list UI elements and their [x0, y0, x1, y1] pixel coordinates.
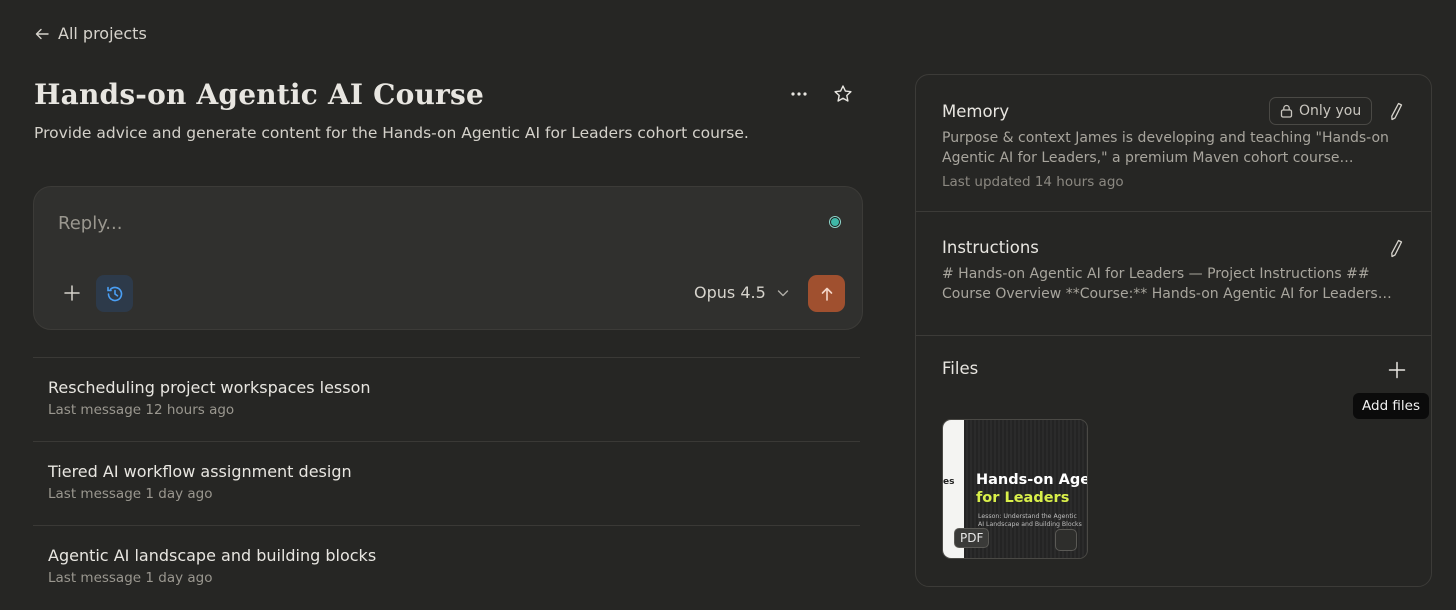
model-label: Opus 4.5 — [694, 283, 766, 302]
add-files-tooltip: Add files — [1353, 393, 1430, 419]
project-description: Provide advice and generate content for … — [34, 124, 749, 142]
edit-instructions-button[interactable] — [1386, 238, 1406, 260]
chat-last-message-time: Last message 1 day ago — [48, 486, 213, 502]
arrow-up-icon — [821, 287, 832, 301]
chevron-down-icon — [777, 289, 788, 296]
thumbnail-title: Hands-on Agen — [976, 472, 1088, 488]
chat-title: Tiered AI workflow assignment design — [48, 462, 352, 481]
chat-title: Agentic AI landscape and building blocks — [48, 546, 377, 565]
project-side-panel: Memory Only you Purpose & context James … — [915, 74, 1432, 587]
status-indicator-dot — [830, 217, 840, 227]
star-icon — [834, 85, 852, 102]
file-card-pdf[interactable]: es Hands-on Agen for Leaders Lesson: Und… — [942, 419, 1088, 559]
reply-composer[interactable]: Reply... Opus 4.5 — [33, 186, 863, 330]
project-actions — [786, 82, 856, 106]
memory-last-updated: Last updated 14 hours ago — [942, 174, 1124, 190]
add-attachment-button[interactable] — [58, 279, 86, 307]
more-horizontal-icon — [791, 92, 807, 96]
instructions-section: Instructions # Hands-on Agentic AI for L… — [916, 212, 1431, 336]
clock-history-icon — [106, 286, 122, 301]
files-title: Files — [942, 359, 979, 378]
history-toggle-button[interactable] — [96, 275, 133, 312]
arrow-left-icon — [35, 28, 49, 39]
file-type-badge: PDF — [954, 528, 990, 548]
favorite-button[interactable] — [830, 82, 856, 106]
plus-icon — [1388, 361, 1406, 379]
memory-section: Memory Only you Purpose & context James … — [916, 75, 1431, 212]
file-select-checkbox[interactable] — [1055, 529, 1077, 551]
instructions-title: Instructions — [942, 238, 1039, 257]
send-button[interactable] — [808, 275, 845, 312]
plus-icon — [64, 285, 80, 301]
chat-list: Rescheduling project workspaces lesson L… — [33, 357, 860, 609]
back-link-label: All projects — [58, 24, 147, 43]
add-files-button[interactable] — [1384, 357, 1410, 383]
model-selector[interactable]: Opus 4.5 — [694, 283, 790, 302]
chat-last-message-time: Last message 1 day ago — [48, 570, 213, 586]
reply-input[interactable]: Reply... — [58, 213, 122, 234]
chat-list-item[interactable]: Rescheduling project workspaces lesson L… — [33, 357, 860, 441]
pencil-icon — [1391, 239, 1403, 258]
memory-summary: Purpose & context James is developing an… — [942, 130, 1389, 166]
project-title: Hands-on Agentic AI Course — [34, 78, 484, 111]
chat-list-item[interactable]: Tiered AI workflow assignment design Las… — [33, 441, 860, 525]
instructions-summary: # Hands-on Agentic AI for Leaders — Proj… — [942, 266, 1378, 302]
edit-memory-button[interactable] — [1386, 101, 1406, 123]
chat-last-message-time: Last message 12 hours ago — [48, 402, 235, 418]
pencil-icon — [1391, 102, 1403, 121]
lock-icon — [1280, 104, 1293, 118]
thumbnail-lesson-text: Lesson: Understand the Agentic AI Landsc… — [978, 513, 1082, 528]
memory-title: Memory — [942, 102, 1010, 121]
chat-title: Rescheduling project workspaces lesson — [48, 378, 371, 397]
memory-visibility-label: Only you — [1299, 103, 1362, 119]
chat-list-item[interactable]: Agentic AI landscape and building blocks… — [33, 525, 860, 609]
memory-visibility-badge[interactable]: Only you — [1269, 97, 1373, 125]
more-options-button[interactable] — [786, 82, 812, 106]
thumbnail-subtitle: for Leaders — [976, 490, 1070, 506]
thumbnail-strip-text: es — [943, 477, 955, 487]
back-to-all-projects-link[interactable]: All projects — [34, 24, 147, 43]
